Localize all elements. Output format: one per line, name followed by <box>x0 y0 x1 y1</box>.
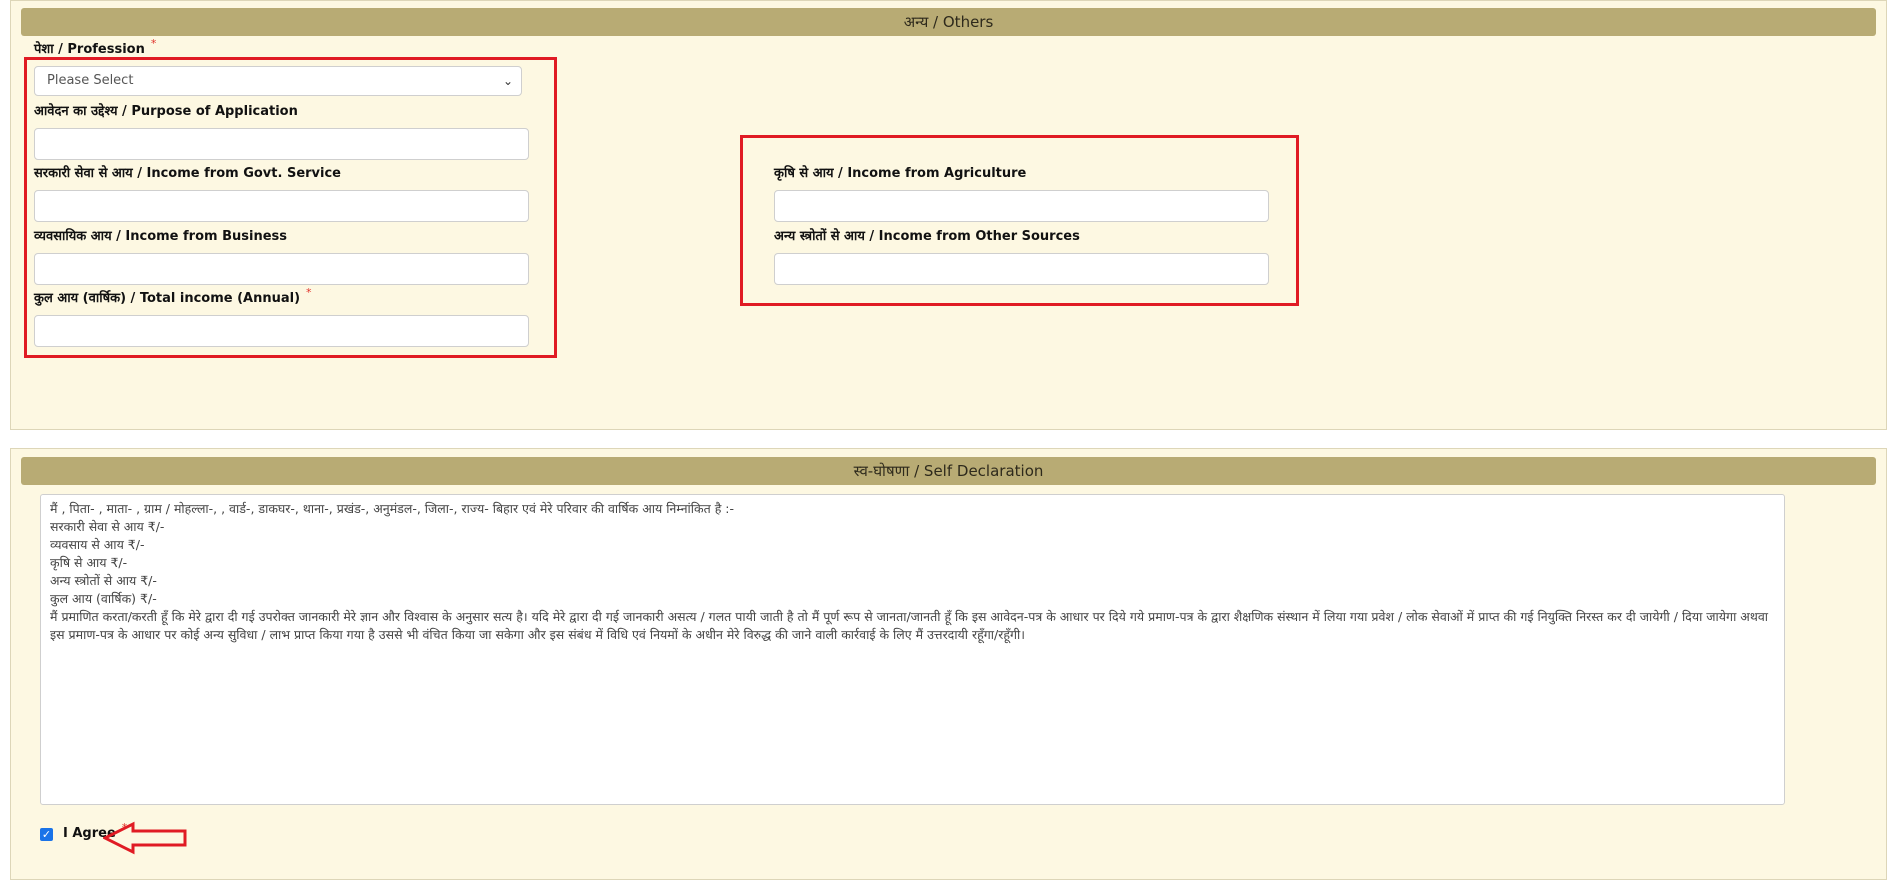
declaration-panel: स्व-घोषणा / Self Declaration मैं , पिता-… <box>10 448 1887 880</box>
required-marker: * <box>150 37 157 50</box>
agree-checkbox[interactable]: ✓ <box>40 828 53 841</box>
others-header: अन्य / Others <box>21 8 1876 36</box>
declaration-line: मैं , पिता- , माता- , ग्राम / मोहल्ला-, … <box>50 501 735 516</box>
arrow-left-icon <box>103 821 187 855</box>
others-panel: अन्य / Others पेशा / Profession * Please … <box>10 0 1887 430</box>
declaration-line: सरकारी सेवा से आय ₹/- <box>50 519 165 534</box>
declaration-line: कृषि से आय ₹/- <box>50 555 128 570</box>
checkmark-icon: ✓ <box>41 828 52 841</box>
profession-label-text: पेशा / Profession <box>34 42 145 57</box>
declaration-line: व्यवसाय से आय ₹/- <box>50 537 145 552</box>
highlight-box-right <box>740 135 1299 306</box>
declaration-header: स्व-घोषणा / Self Declaration <box>21 457 1876 485</box>
highlight-box-left <box>24 57 557 358</box>
declaration-line: अन्य स्त्रोतों से आय ₹/- <box>50 573 157 588</box>
declaration-paragraph: मैं प्रमाणित करता/करती हूँ कि मेरे द्वार… <box>50 609 1769 642</box>
profession-label: पेशा / Profession * <box>34 37 157 57</box>
declaration-line: कुल आय (वार्षिक) ₹/- <box>50 591 157 606</box>
declaration-textarea[interactable]: मैं , पिता- , माता- , ग्राम / मोहल्ला-, … <box>40 494 1785 805</box>
